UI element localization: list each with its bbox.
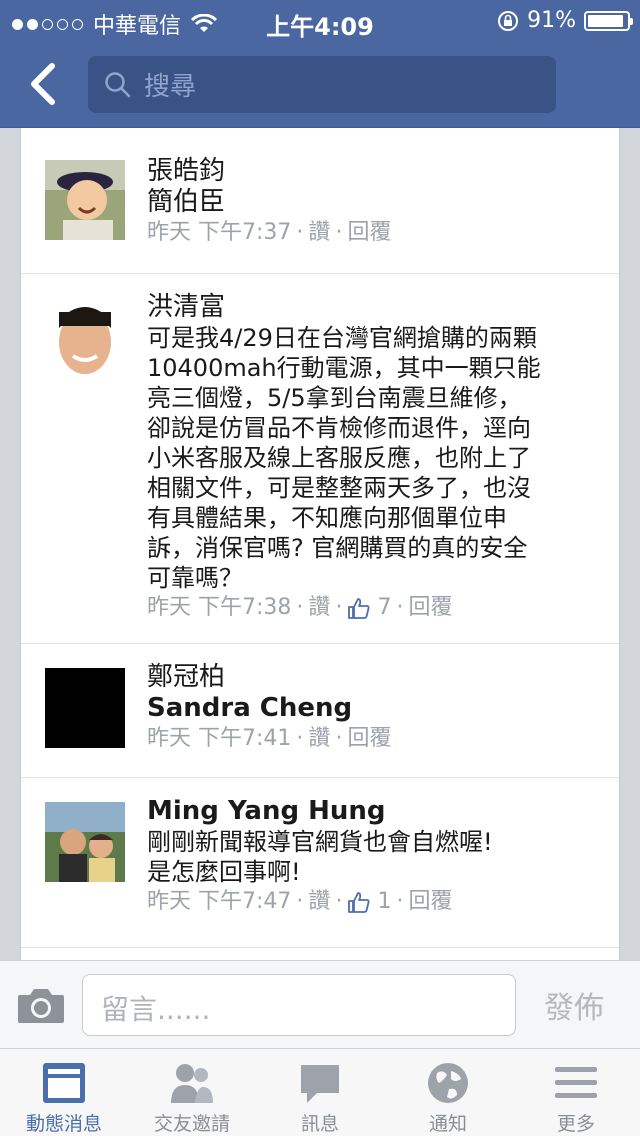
avatar[interactable]: [45, 802, 125, 882]
comment-author[interactable]: 張皓鈞: [147, 156, 599, 187]
rotation-lock-icon: [498, 10, 519, 31]
like-link[interactable]: 讚: [308, 887, 330, 917]
comment-text-line: 相關文件，可是整整兩天多了，也沒: [147, 474, 531, 502]
friends-icon: [171, 1064, 213, 1103]
status-right: 91%: [497, 8, 633, 33]
news-feed-icon: [43, 1063, 85, 1103]
comment-text-line: 有具體結果，不知應向那個單位申: [147, 504, 507, 532]
comment-author[interactable]: Ming Yang Hung: [147, 796, 599, 827]
tab-bar: 動態消息 交友邀請 訊息 通知 更多: [0, 1048, 640, 1136]
avatar[interactable]: [45, 668, 125, 748]
comment-body: 鄭冠柏 Sandra Cheng 昨天 下午7:41 · 讚 · 回覆: [147, 662, 599, 754]
comment-text: 剛剛新聞報導官網貨也會自燃喔! 是怎麼回事啊!: [147, 827, 599, 887]
comment-text-line: 10400mah行動電源，其中一顆只能: [147, 354, 541, 382]
comment-day: 昨天: [147, 726, 192, 751]
comment-item: 張皓鈞 簡伯臣 昨天 下午7:37 · 讚 · 回覆: [21, 136, 619, 274]
comment-body: Ming Yang Hung 剛剛新聞報導官網貨也會自燃喔! 是怎麼回事啊! 昨…: [147, 796, 599, 917]
app-header: 中華電信 上午4:09 91% 搜尋: [0, 0, 640, 128]
status-bar: 中華電信 上午4:09 91%: [0, 0, 640, 41]
tab-messages[interactable]: 訊息: [256, 1049, 384, 1136]
avatar[interactable]: [45, 160, 125, 240]
like-link[interactable]: 讚: [308, 593, 330, 623]
comment-day: 昨天: [147, 889, 192, 914]
post-button[interactable]: 發佈: [544, 983, 604, 1027]
reply-link[interactable]: 回覆: [347, 724, 391, 754]
comment-body: 張皓鈞 簡伯臣 昨天 下午7:37 · 讚 · 回覆: [147, 156, 599, 248]
tab-friend-requests[interactable]: 交友邀請: [128, 1049, 256, 1136]
chevron-left-icon: [31, 63, 55, 105]
comment-meta: 昨天 下午7:38 · 讚 · 7 · 回覆: [147, 593, 599, 623]
tab-label: 交友邀請: [153, 1113, 230, 1135]
tab-label: 動態消息: [25, 1113, 102, 1135]
avatar-photo: [45, 160, 125, 240]
comment-text-line: 可是我4/29日在台灣官網搶購的兩顆: [147, 324, 537, 352]
comment-input[interactable]: 留言......: [82, 974, 516, 1036]
back-button[interactable]: [26, 62, 66, 106]
comment-item: Ming Yang Hung 剛剛新聞報導官網貨也會自燃喔! 是怎麼回事啊! 昨…: [21, 778, 619, 948]
like-count: 7: [377, 595, 392, 620]
comment-text: 簡伯臣: [147, 187, 226, 217]
comment-time: 下午7:41: [198, 726, 292, 751]
camera-icon[interactable]: [16, 985, 66, 1025]
comment-text-line: 剛剛新聞報導官網貨也會自燃喔!: [147, 828, 493, 856]
comment-meta: 昨天 下午7:37 · 讚 · 回覆: [147, 218, 599, 248]
comment-author[interactable]: 鄭冠柏: [147, 662, 599, 693]
comment-body: 洪清富 可是我4/29日在台灣官網搶購的兩顆 10400mah行動電源，其中一顆…: [147, 292, 599, 623]
tab-news-feed[interactable]: 動態消息: [0, 1049, 128, 1136]
comment-text: 可是我4/29日在台灣官網搶購的兩顆 10400mah行動電源，其中一顆只能 亮…: [147, 323, 599, 593]
battery-percent: 91%: [527, 8, 576, 33]
comment-text-line: 是怎麼回事啊!: [147, 858, 301, 886]
comment-input-placeholder: 留言......: [101, 993, 211, 1026]
comment-text: Sandra Cheng: [147, 693, 353, 723]
reply-link[interactable]: 回覆: [347, 218, 391, 248]
comment-compose-bar: 留言...... 發佈: [0, 960, 640, 1048]
like-link[interactable]: 讚: [308, 218, 330, 248]
tab-label: 訊息: [300, 1113, 339, 1135]
tab-label: 通知: [428, 1113, 467, 1135]
comment-text-line: 訴，消保官嗎? 官網購買的真的安全: [147, 534, 528, 562]
comment-text-line: 亮三個燈，5/5拿到台南震旦維修，: [147, 384, 522, 412]
comment-text-line: 小米客服及線上客服反應，也附上了: [147, 444, 531, 472]
comment-text-line: 卻說是仿冒品不肯檢修而退件，逕向: [147, 414, 531, 442]
comment-day: 昨天: [147, 220, 192, 245]
avatar-photo: [45, 298, 125, 378]
comment-item: 洪清富 可是我4/29日在台灣官網搶購的兩顆 10400mah行動電源，其中一顆…: [21, 274, 619, 644]
thumbs-up-icon: [348, 892, 370, 913]
like-link[interactable]: 讚: [308, 724, 330, 754]
search-field[interactable]: 搜尋: [88, 56, 556, 113]
menu-icon: [555, 1067, 597, 1098]
comment-text-line: 可靠嗎？: [147, 564, 243, 592]
tab-notifications[interactable]: 通知: [384, 1049, 512, 1136]
comment-time: 下午7:37: [198, 220, 292, 245]
comment-meta: 昨天 下午7:47 · 讚 · 1 · 回覆: [147, 887, 599, 917]
like-count: 1: [377, 889, 392, 914]
thumbs-up-icon: [348, 598, 370, 619]
comments-list[interactable]: 張皓鈞 簡伯臣 昨天 下午7:37 · 讚 · 回覆 洪清富 可是我4/29日在…: [20, 128, 620, 960]
comment-meta: 昨天 下午7:41 · 讚 · 回覆: [147, 724, 599, 754]
comment-time: 下午7:47: [198, 889, 292, 914]
comment-item: 鄭冠柏 Sandra Cheng 昨天 下午7:41 · 讚 · 回覆: [21, 644, 619, 778]
messages-icon: [301, 1065, 339, 1103]
reply-link[interactable]: 回覆: [408, 887, 452, 917]
battery-icon: [584, 10, 633, 31]
globe-icon: [428, 1063, 468, 1103]
reply-link[interactable]: 回覆: [408, 593, 452, 623]
tab-more[interactable]: 更多: [512, 1049, 640, 1136]
search-placeholder: 搜尋: [144, 72, 197, 102]
comment-author[interactable]: 洪清富: [147, 292, 599, 323]
avatar[interactable]: [45, 298, 125, 378]
tab-label: 更多: [556, 1113, 595, 1135]
avatar-photo: [45, 802, 125, 882]
search-icon: [105, 71, 131, 97]
comment-time: 下午7:38: [198, 595, 292, 620]
comment-day: 昨天: [147, 595, 192, 620]
